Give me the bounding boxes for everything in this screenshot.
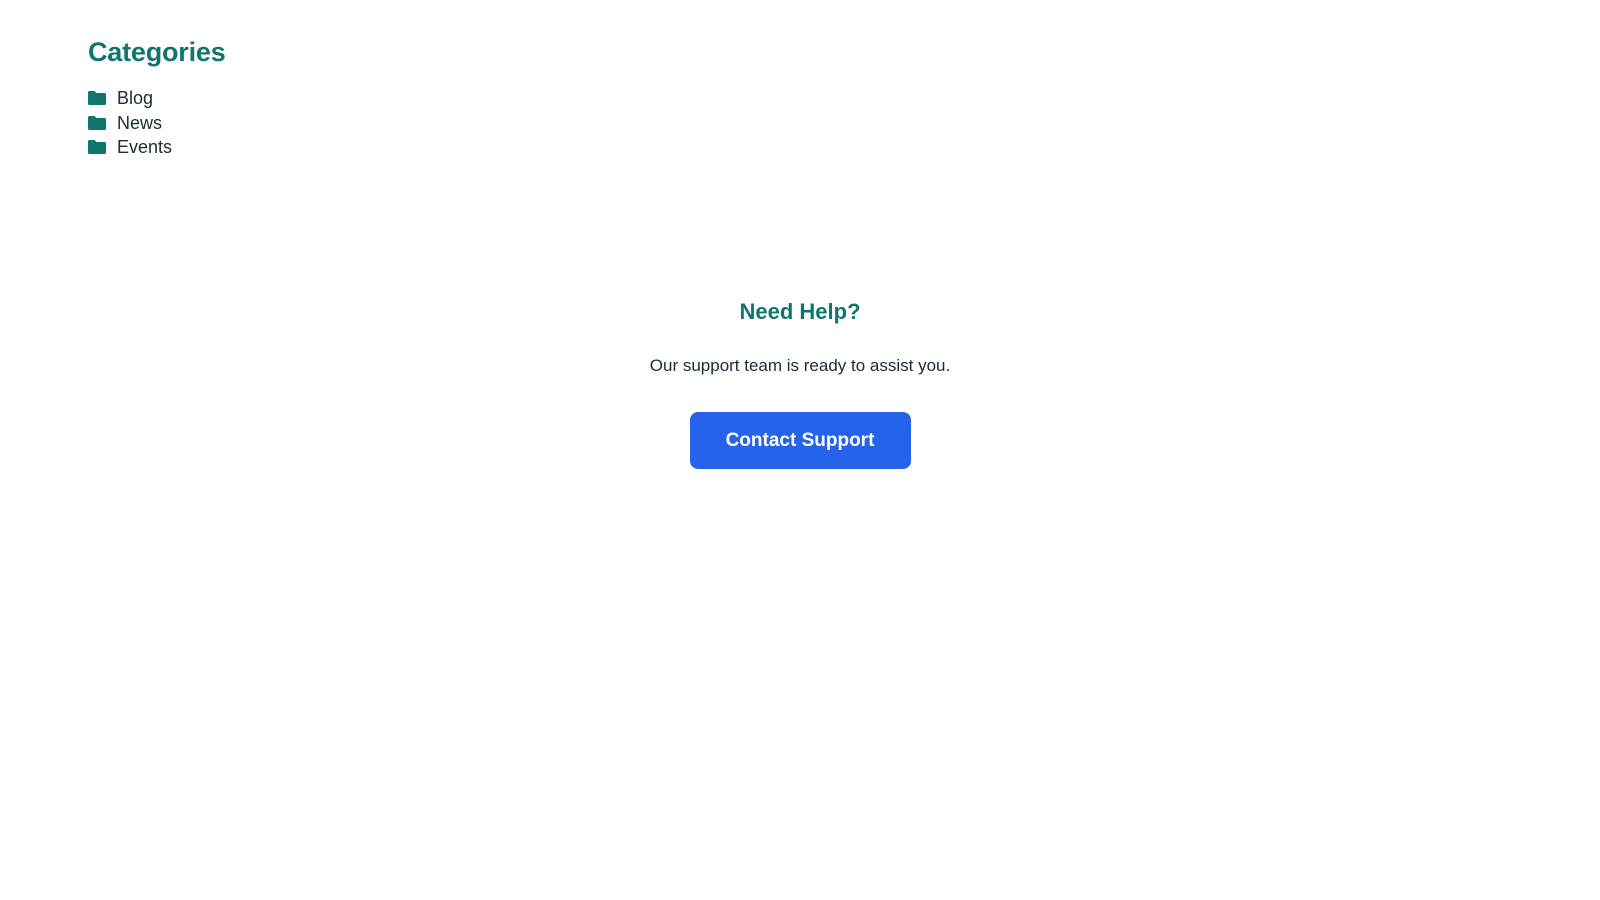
contact-support-button[interactable]: Contact Support: [689, 412, 911, 469]
category-label: Events: [117, 137, 173, 158]
page: Categories Blog News Events Need Help? O…: [0, 0, 1600, 900]
help-title: Need Help?: [739, 299, 861, 324]
category-list: Blog News Events: [88, 86, 226, 160]
category-item-news[interactable]: News: [88, 111, 226, 136]
category-label: News: [117, 112, 163, 133]
categories-section: Categories Blog News Events: [88, 34, 226, 160]
category-item-blog[interactable]: Blog: [88, 86, 226, 111]
folder-icon: [88, 91, 106, 106]
categories-title: Categories: [88, 37, 226, 67]
category-item-events[interactable]: Events: [88, 135, 226, 160]
folder-icon: [88, 140, 106, 155]
help-section: Need Help? Our support team is ready to …: [0, 296, 1600, 469]
help-text: Our support team is ready to assist you.: [649, 356, 951, 375]
category-label: Blog: [117, 88, 154, 109]
folder-icon: [88, 115, 106, 130]
